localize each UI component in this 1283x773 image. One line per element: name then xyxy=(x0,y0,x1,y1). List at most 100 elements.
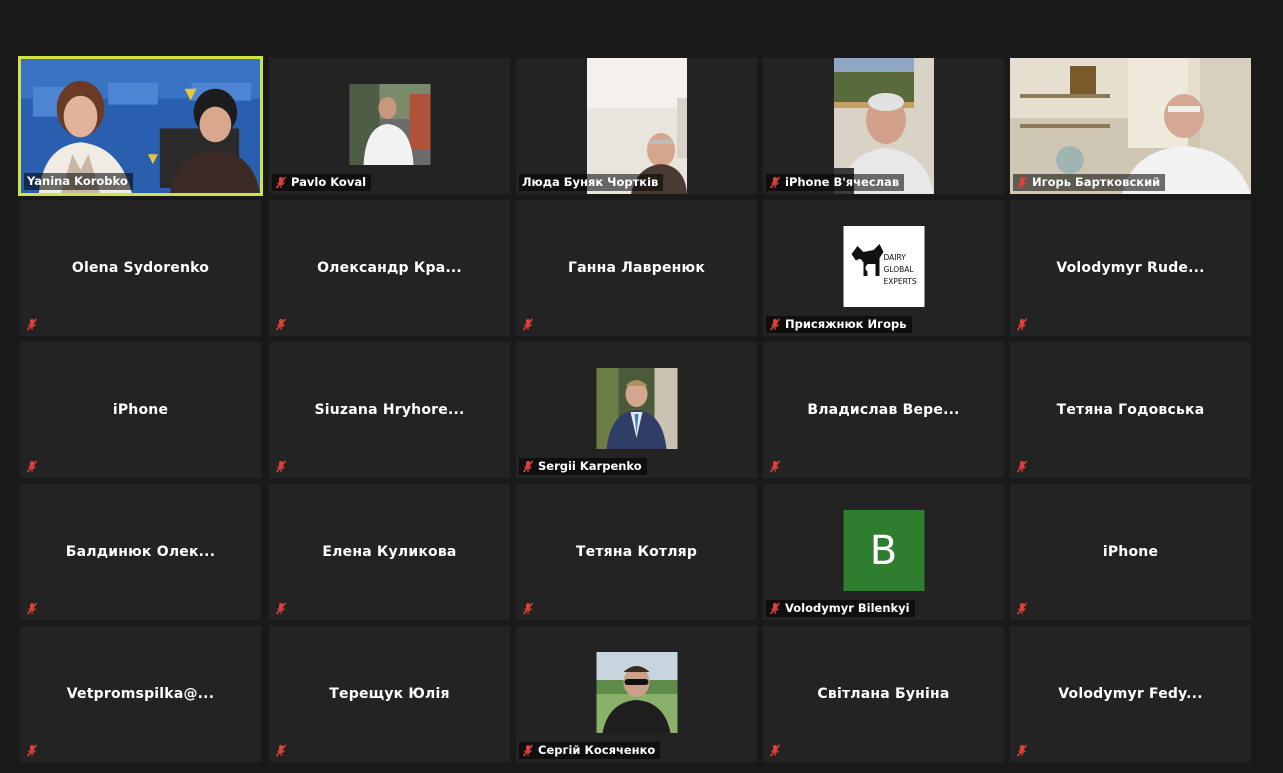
participant-name: Olena Sydorenko xyxy=(71,260,210,276)
participant-name: iPhone xyxy=(1102,544,1159,560)
participant-tile[interactable]: Олександр Кра... xyxy=(269,200,510,336)
name-label xyxy=(23,742,47,759)
participant-tile[interactable]: Елена Куликова xyxy=(269,484,510,620)
muted-mic-icon xyxy=(1016,176,1028,189)
name-label xyxy=(23,458,47,475)
avatar: B xyxy=(843,510,924,591)
muted-mic-icon xyxy=(26,460,38,473)
participant-tile[interactable]: Сергій Косяченко xyxy=(516,626,757,762)
participant-tile[interactable]: Світлана Буніна xyxy=(763,626,1004,762)
name-label xyxy=(519,316,543,333)
participant-name-label: Yanina Korobko xyxy=(27,174,128,188)
participant-tile[interactable]: Терещук Юлія xyxy=(269,626,510,762)
participant-tile[interactable]: Владислав Вере... xyxy=(763,342,1004,478)
muted-mic-icon xyxy=(522,602,534,615)
participant-tile[interactable]: B Volodymyr Bilenkyi xyxy=(763,484,1004,620)
muted-mic-icon xyxy=(522,744,534,757)
participant-tile[interactable]: iPhone В'ячеслав xyxy=(763,58,1004,194)
participant-name-label: Игорь Бартковский xyxy=(1032,175,1161,189)
participant-tile[interactable]: iPhone xyxy=(1010,484,1251,620)
participant-name-label: Люда Буняк Чортків xyxy=(522,175,659,189)
participant-name: Олександр Кра... xyxy=(317,260,462,276)
participant-tile[interactable]: Тетяна Годовська xyxy=(1010,342,1251,478)
name-label: Pavlo Koval xyxy=(272,174,372,191)
name-label: Сергій Косяченко xyxy=(519,742,661,759)
avatar xyxy=(596,652,677,733)
name-label: Yanina Korobko xyxy=(24,173,133,190)
participant-tile[interactable]: Балдинюк Олек... xyxy=(20,484,261,620)
participant-name: Терещук Юлія xyxy=(329,686,450,702)
muted-mic-icon xyxy=(1016,602,1028,615)
avatar xyxy=(596,368,677,449)
participant-name: Тетяна Котляр xyxy=(575,544,698,560)
participant-tile[interactable]: Yanina Korobko xyxy=(18,56,263,196)
participant-tile[interactable]: Ганна Лавренюк xyxy=(516,200,757,336)
name-label xyxy=(766,458,790,475)
muted-mic-icon xyxy=(769,744,781,757)
name-label xyxy=(1013,600,1037,617)
participant-tile[interactable]: DAIRY GLOBAL EXPERTS Присяжнюк Игорь xyxy=(763,200,1004,336)
dairy-global-experts-logo: DAIRY GLOBAL EXPERTS xyxy=(843,226,924,307)
participant-name: Vetpromspilka@... xyxy=(66,686,215,702)
muted-mic-icon xyxy=(26,744,38,757)
participant-tile[interactable]: Vetpromspilka@... xyxy=(20,626,261,762)
participant-tile[interactable]: Olena Sydorenko xyxy=(20,200,261,336)
participant-name: Ганна Лавренюк xyxy=(567,260,706,276)
participant-tile[interactable]: Volodymyr Fedy... xyxy=(1010,626,1251,762)
muted-mic-icon xyxy=(275,602,287,615)
muted-mic-icon xyxy=(275,460,287,473)
name-label xyxy=(23,600,47,617)
name-label xyxy=(1013,742,1037,759)
name-label xyxy=(1013,458,1037,475)
name-label xyxy=(272,600,296,617)
name-label: Игорь Бартковский xyxy=(1013,174,1166,191)
name-label xyxy=(23,316,47,333)
name-label xyxy=(272,458,296,475)
participant-name: iPhone xyxy=(112,402,169,418)
name-label xyxy=(1013,316,1037,333)
muted-mic-icon xyxy=(26,318,38,331)
name-label: Люда Буняк Чортків xyxy=(519,174,664,191)
participant-name-label: Pavlo Koval xyxy=(291,175,367,189)
name-label xyxy=(272,742,296,759)
muted-mic-icon xyxy=(275,744,287,757)
participant-tile[interactable]: Pavlo Koval xyxy=(269,58,510,194)
participant-name-label: Присяжнюк Игорь xyxy=(785,317,907,331)
name-label: iPhone В'ячеслав xyxy=(766,174,905,191)
participant-tile[interactable]: Siuzana Hryhore... xyxy=(269,342,510,478)
participant-name: Siuzana Hryhore... xyxy=(314,402,465,418)
muted-mic-icon xyxy=(769,176,781,189)
participant-tile[interactable]: Люда Буняк Чортків xyxy=(516,58,757,194)
participant-name: Світлана Буніна xyxy=(817,686,950,702)
participant-name: Volodymyr Fedy... xyxy=(1058,686,1203,702)
svg-text:EXPERTS: EXPERTS xyxy=(883,277,916,286)
name-label xyxy=(519,600,543,617)
participant-tile[interactable]: Тетяна Котляр xyxy=(516,484,757,620)
participant-name-label: iPhone В'ячеслав xyxy=(785,175,900,189)
participant-name-label: Sergii Karpenko xyxy=(538,459,642,473)
participant-name: Тетяна Годовська xyxy=(1056,402,1205,418)
participant-name: Елена Куликова xyxy=(322,544,457,560)
name-label: Присяжнюк Игорь xyxy=(766,316,912,333)
participant-tile[interactable]: Игорь Бартковский xyxy=(1010,58,1251,194)
muted-mic-icon xyxy=(522,318,534,331)
participant-tile[interactable]: Sergii Karpenko xyxy=(516,342,757,478)
muted-mic-icon xyxy=(769,318,781,331)
name-label: Sergii Karpenko xyxy=(519,458,647,475)
participant-name: Балдинюк Олек... xyxy=(65,544,216,560)
muted-mic-icon xyxy=(1016,744,1028,757)
name-label xyxy=(272,316,296,333)
name-label xyxy=(766,742,790,759)
name-label: Volodymyr Bilenkyi xyxy=(766,600,915,617)
muted-mic-icon xyxy=(769,602,781,615)
muted-mic-icon xyxy=(769,460,781,473)
participant-name: Volodymyr Rude... xyxy=(1056,260,1205,276)
muted-mic-icon xyxy=(26,602,38,615)
muted-mic-icon xyxy=(275,318,287,331)
muted-mic-icon xyxy=(522,460,534,473)
participant-tile[interactable]: iPhone xyxy=(20,342,261,478)
participant-name: Владислав Вере... xyxy=(807,402,960,418)
svg-text:GLOBAL: GLOBAL xyxy=(883,265,914,274)
participant-name-label: Volodymyr Bilenkyi xyxy=(785,601,910,615)
participant-tile[interactable]: Volodymyr Rude... xyxy=(1010,200,1251,336)
